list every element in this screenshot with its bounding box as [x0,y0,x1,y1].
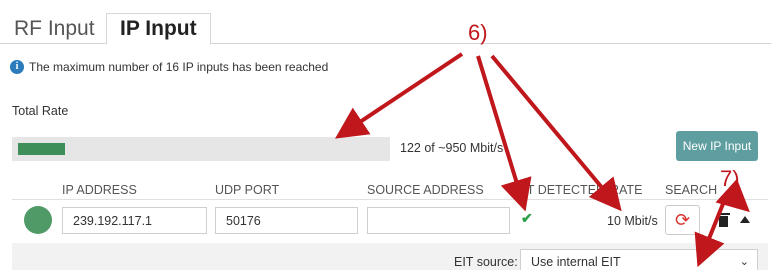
column-header-rate: RATE [610,183,643,197]
arrow-to-eit-detected [476,55,532,212]
info-message-text: The maximum number of 16 IP inputs has b… [29,60,329,74]
collapse-caret-icon[interactable] [740,216,750,223]
checkmark-icon: ✔ [521,210,533,226]
total-rate-label: Total Rate [12,104,69,118]
annotation-label-6: 6) [468,20,488,45]
arrow-to-row-rate [490,54,622,212]
status-indicator-icon [24,206,52,234]
source-address-input[interactable] [367,207,510,234]
info-message: i The maximum number of 16 IP inputs has… [10,58,328,76]
udp-port-input[interactable] [215,207,358,234]
tab-ip-input[interactable]: IP Input [106,13,211,45]
chevron-down-icon: ⌄ [739,256,749,268]
column-header-eit-detected: EIT DETECTED [515,183,606,197]
total-rate-bar [12,137,390,161]
refresh-icon: ⟳ [674,210,691,230]
trash-icon[interactable] [717,213,730,227]
ip-address-input[interactable] [62,207,207,234]
tab-bar: RF Input IP Input [0,0,771,45]
eit-source-selected-value: Use internal EIT [531,255,621,269]
column-header-search: SEARCH [665,183,718,197]
column-header-source-address: SOURCE ADDRESS [367,183,484,197]
column-header-udp-port: UDP PORT [215,183,280,197]
annotation-label-7: 7) [720,166,740,191]
eit-source-select[interactable]: Use internal EIT ⌄ [520,249,758,270]
total-rate-text: 122 of ~950 Mbit/s [400,141,504,155]
total-rate-bar-fill [18,143,65,155]
arrow-to-total-rate-bar [335,52,464,139]
column-header-ip-address: IP ADDRESS [62,183,137,197]
info-circle-icon: i [10,60,24,74]
row-rate-value: 10 Mbit/s [607,214,658,228]
tab-rf-input[interactable]: RF Input [6,14,103,44]
new-ip-input-button[interactable]: New IP Input [676,131,758,161]
refresh-search-button[interactable]: ⟳ [665,205,700,235]
eit-source-label: EIT source: [454,255,518,269]
